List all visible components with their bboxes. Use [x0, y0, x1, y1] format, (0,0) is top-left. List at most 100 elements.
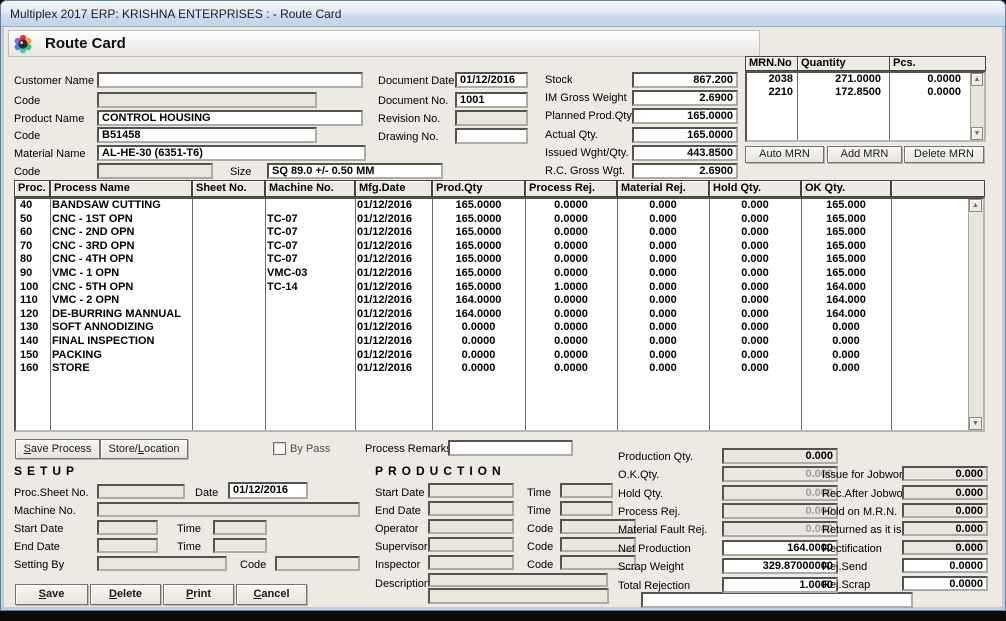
setup-start-date-label: Start Date: [14, 523, 64, 536]
table-row[interactable]: 130SOFT ANNODIZING01/12/20160.00000.0000…: [16, 321, 969, 335]
table-row[interactable]: 50CNC - 1ST OPNTC-0701/12/2016165.00000.…: [16, 213, 969, 227]
setup-end-date-label: End Date: [14, 541, 60, 554]
product-name-field[interactable]: CONTROL HOUSING: [97, 110, 363, 126]
jobwork-row-field: 0.000: [902, 503, 988, 518]
setup-date-label: Date: [195, 487, 218, 500]
cell: 0.000: [709, 349, 801, 363]
print-button[interactable]: Print: [163, 584, 234, 605]
cell: 0.000: [801, 321, 891, 335]
material-name-field[interactable]: AL-HE-30 (6351-T6): [97, 145, 366, 161]
table-row[interactable]: 120DE-BURRING MANNUAL01/12/2016164.00000…: [16, 308, 969, 322]
cell: 40: [16, 199, 50, 213]
process-remarks-field[interactable]: [448, 440, 573, 456]
totals-row-field[interactable]: 0.000: [722, 448, 838, 464]
document-date-field[interactable]: 01/12/2016: [455, 72, 528, 88]
scroll-down-button[interactable]: ▼: [969, 417, 982, 430]
cell: 165.000: [801, 240, 891, 254]
totals-row-field[interactable]: 164.0000: [722, 540, 838, 556]
scroll-down-button[interactable]: ▼: [971, 127, 983, 140]
setting-by-field: [97, 556, 227, 571]
cell: [192, 281, 265, 295]
stock-row-field[interactable]: 2.6900: [632, 90, 738, 106]
cell: 0.0000: [525, 240, 617, 254]
size-field[interactable]: SQ 89.0 +/- 0.50 MM: [267, 163, 443, 179]
cell: [192, 240, 265, 254]
setup-start-time-label: Time: [177, 523, 201, 536]
supervisor-label: Supervisor: [375, 541, 428, 554]
window-titlebar[interactable]: Multiplex 2017 ERP: KRISHNA ENTERPRISES …: [1, 1, 1005, 27]
table-row[interactable]: 70CNC - 3RD OPNTC-0701/12/2016165.00000.…: [16, 240, 969, 254]
save-process-button[interactable]: Save Process: [15, 439, 100, 459]
stock-row-field[interactable]: 867.200: [632, 72, 738, 88]
column-header: Mfg.Date: [355, 180, 432, 197]
cell: [192, 267, 265, 281]
cell: 165.000: [801, 253, 891, 267]
totals-row-field: 0.000: [722, 503, 838, 519]
delete-button[interactable]: Delete: [90, 584, 161, 605]
cell: 0.0000: [432, 321, 525, 335]
customer-code-field: [97, 92, 317, 108]
process-scrollbar[interactable]: ▲ ▼: [968, 199, 983, 430]
drawing-no-field[interactable]: [455, 128, 528, 144]
totals-row-label: Hold Qty.: [618, 488, 663, 501]
table-row[interactable]: 150PACKING01/12/20160.00000.00000.0000.0…: [16, 349, 969, 363]
cell: 0.0000: [525, 321, 617, 335]
table-row[interactable]: 60CNC - 2ND OPNTC-0701/12/2016165.00000.…: [16, 226, 969, 240]
cell: 165.0000: [432, 213, 525, 227]
totals-row-field[interactable]: 329.87000000: [722, 558, 838, 574]
totals-row-field[interactable]: 1.0000: [722, 577, 838, 593]
cell: 01/12/2016: [355, 335, 432, 349]
table-row[interactable]: 80CNC - 4TH OPNTC-0701/12/2016165.00000.…: [16, 253, 969, 267]
process-rows: 40BANDSAW CUTTING01/12/2016165.00000.000…: [16, 199, 969, 376]
cell: 165.0000: [432, 226, 525, 240]
table-row[interactable]: 140FINAL INSPECTION01/12/20160.00000.000…: [16, 335, 969, 349]
cancel-button[interactable]: Cancel: [236, 584, 307, 605]
cell: 0.000: [801, 349, 891, 363]
mrn-row[interactable]: 2210172.85000.0000: [747, 86, 971, 99]
cell: 0.0000: [525, 349, 617, 363]
cell: 165.0000: [432, 240, 525, 254]
cell: 164.000: [801, 294, 891, 308]
cell: [192, 362, 265, 376]
stock-row-field[interactable]: 165.0000: [632, 108, 738, 124]
delete-mrn-button[interactable]: Delete MRN: [904, 146, 984, 163]
inspector-field: [428, 555, 514, 570]
setup-date-field[interactable]: 01/12/2016: [228, 482, 308, 499]
scroll-up-button[interactable]: ▲: [969, 199, 982, 212]
cell: 0.000: [617, 362, 709, 376]
column-header: Material Rej.: [617, 180, 709, 197]
table-row[interactable]: 160STORE01/12/20160.00000.00000.0000.000…: [16, 362, 969, 376]
grid-line: [192, 199, 193, 430]
cell: [192, 199, 265, 213]
table-row[interactable]: 110VMC - 2 OPN01/12/2016164.00000.00000.…: [16, 294, 969, 308]
auto-mrn-button[interactable]: Auto MRN: [745, 146, 824, 163]
cell: 01/12/2016: [355, 267, 432, 281]
add-mrn-button[interactable]: Add MRN: [827, 146, 902, 163]
cell: PACKING: [50, 349, 192, 363]
stock-row-label: IM Gross Weight: [545, 92, 627, 105]
stock-row-field[interactable]: 2.6900: [632, 163, 738, 179]
jobwork-row-field[interactable]: 0.0000: [902, 576, 988, 591]
stock-row-field[interactable]: 443.8500: [632, 145, 738, 161]
customer-name-field[interactable]: [97, 72, 363, 88]
save-button[interactable]: Save: [15, 584, 88, 605]
cell: 1.0000: [525, 281, 617, 295]
mrn-row[interactable]: 2038271.00000.0000: [747, 73, 971, 86]
scroll-up-button[interactable]: ▲: [971, 73, 983, 86]
store-location-button[interactable]: Store/Location: [100, 439, 188, 459]
table-row[interactable]: 100CNC - 5TH OPNTC-1401/12/2016165.00001…: [16, 281, 969, 295]
jobwork-row-field[interactable]: 0.0000: [902, 558, 988, 573]
mrn-scrollbar[interactable]: ▲ ▼: [970, 73, 984, 140]
by-pass-checkbox[interactable]: [273, 442, 286, 455]
table-row[interactable]: 90VMC - 1 OPNVMC-0301/12/2016165.00000.0…: [16, 267, 969, 281]
jobwork-row-label: Rej.Send: [822, 561, 867, 574]
setup-end-time-label: Time: [177, 541, 201, 554]
cell: TC-07: [265, 213, 355, 227]
header-filler: [891, 180, 985, 197]
document-no-field[interactable]: 1001: [455, 92, 528, 108]
proc-sheet-label: Proc.Sheet No.: [14, 487, 89, 500]
stock-row-field[interactable]: 165.0000: [632, 127, 738, 143]
product-code-field[interactable]: B51458: [97, 127, 317, 143]
table-row[interactable]: 40BANDSAW CUTTING01/12/2016165.00000.000…: [16, 199, 969, 213]
bottom-empty-field[interactable]: [641, 592, 913, 608]
